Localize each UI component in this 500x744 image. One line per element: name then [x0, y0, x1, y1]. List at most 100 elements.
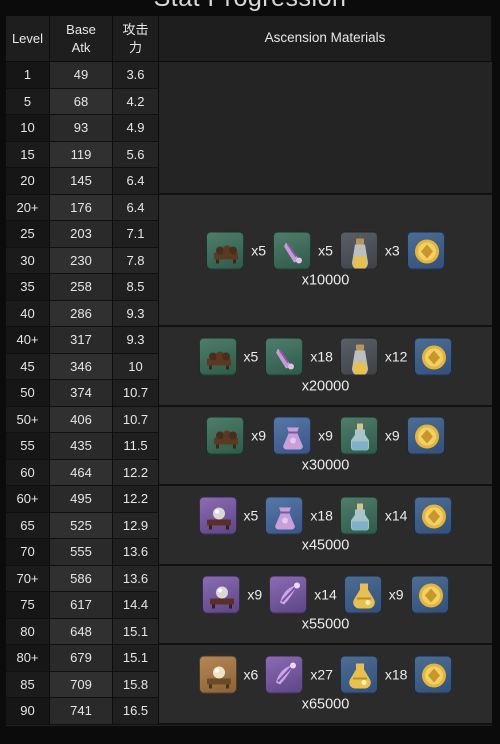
teapot-stand-icon-graphic: [214, 245, 239, 264]
substat-cell: 4.9: [113, 115, 159, 142]
mora-coin-icon[interactable]: [414, 496, 453, 535]
substat-cell: 15.1: [113, 645, 159, 672]
base-atk-cell: 68: [50, 88, 113, 115]
base-atk-cell: 317: [50, 327, 113, 354]
level-cell: 85: [6, 671, 50, 698]
level-cell: 55: [6, 433, 50, 460]
base-atk-cell: 406: [50, 406, 113, 433]
table-row: 20 145 6.4: [6, 168, 159, 195]
teapot-stand-icon[interactable]: [206, 416, 245, 455]
table-row: 35 258 8.5: [6, 274, 159, 301]
mora-quantity: x30000: [301, 457, 350, 474]
pearl-stand-icon[interactable]: [198, 496, 237, 535]
mora-coin-icon[interactable]: [406, 231, 445, 270]
mora-quantity: x45000: [301, 537, 350, 554]
ascension-phase-materials: x6 x27 x18 x65000: [159, 645, 492, 725]
substat-cell: 3.6: [113, 62, 159, 89]
ornate-flower-icon-graphic: [280, 582, 301, 605]
mora-coin-icon[interactable]: [410, 575, 449, 614]
header-base-atk: Base Atk: [50, 16, 113, 62]
dried-flower-icon[interactable]: [273, 231, 312, 270]
level-cell: 90: [6, 698, 50, 725]
level-cell: 50: [6, 380, 50, 407]
mora-coin-icon-graphic: [422, 504, 447, 529]
level-cell: 65: [6, 512, 50, 539]
table-row: 30 230 7.8: [6, 247, 159, 274]
substat-cell: 4.2: [113, 88, 159, 115]
base-atk-cell: 374: [50, 380, 113, 407]
golden-orb-stand-icon[interactable]: [198, 655, 237, 694]
material-quantity: x18: [384, 666, 408, 683]
mora-coin-icon[interactable]: [414, 655, 453, 694]
level-cell: 25: [6, 221, 50, 248]
substat-cell: 10.7: [113, 406, 159, 433]
materials-group: x6 x27 x18 x65000: [159, 655, 492, 712]
table-row: 45 346 10: [6, 353, 159, 380]
teapot-stand-icon[interactable]: [198, 337, 237, 376]
table-row: 70 555 13.6: [6, 539, 159, 566]
base-atk-cell: 346: [50, 353, 113, 380]
ascension-phase-materials: x9 x14 x9 x55000: [159, 565, 492, 645]
material-items: x9 x14 x9: [202, 575, 449, 614]
table-row: 50+ 406 10.7: [6, 406, 159, 433]
substat-cell: 12.2: [113, 459, 159, 486]
cork-vial-icon[interactable]: [339, 231, 378, 270]
materials-group: x9 x14 x9 x55000: [159, 575, 492, 633]
golden-orb-stand-icon-graphic: [206, 666, 231, 689]
golden-flask-icon[interactable]: [339, 655, 378, 694]
level-cell: 5: [6, 88, 50, 115]
substat-cell: 9.3: [113, 327, 159, 354]
material-item: x14: [269, 575, 344, 614]
material-item: x5: [273, 231, 340, 270]
fragrant-bottle-icon[interactable]: [339, 496, 378, 535]
table-row: 40 286 9.3: [6, 300, 159, 327]
base-atk-cell: 119: [50, 141, 113, 168]
materials-group: x5 x18 x12 x20000: [159, 337, 492, 394]
substat-cell: 13.6: [113, 565, 159, 592]
material-item: x14: [339, 496, 415, 535]
level-cell: 45: [6, 353, 50, 380]
table-row: 55 435 11.5: [6, 433, 159, 460]
material-quantity: x5: [243, 507, 259, 524]
ascension-phase-materials: x5 x18 x14 x45000: [159, 486, 492, 566]
fragrant-bottle-icon[interactable]: [339, 416, 378, 455]
mora-coin-icon[interactable]: [406, 416, 445, 455]
table-row: 75 617 14.4: [6, 592, 159, 619]
materials-group: x9 x9 x9 x30000: [159, 416, 492, 474]
ornate-flower-icon[interactable]: [269, 575, 308, 614]
table-row: 65 525 12.9: [6, 512, 159, 539]
dried-flower-icon[interactable]: [265, 337, 304, 376]
golden-flask-icon[interactable]: [343, 575, 382, 614]
table-row: 80+ 679 15.1: [6, 645, 159, 672]
teapot-stand-icon-graphic: [206, 351, 231, 370]
fragrant-bottle-icon-graphic: [350, 503, 369, 531]
material-item: x27: [265, 655, 340, 694]
scented-pouch-icon[interactable]: [265, 496, 304, 535]
substat-cell: 7.8: [113, 247, 159, 274]
pearl-stand-icon-graphic: [206, 507, 231, 530]
teapot-stand-icon[interactable]: [206, 231, 245, 270]
material-item: x9: [202, 575, 269, 614]
material-quantity: x9: [318, 427, 333, 444]
base-atk-cell: 709: [50, 671, 113, 698]
scented-pouch-icon[interactable]: [273, 416, 312, 455]
material-item: x18: [339, 655, 415, 694]
level-cell: 80+: [6, 645, 50, 672]
ornate-flower-icon[interactable]: [265, 655, 304, 694]
mora-coin-icon[interactable]: [414, 337, 453, 376]
table-row: 90 741 16.5: [6, 698, 159, 725]
material-quantity: x3: [384, 242, 400, 259]
table-row: 5 68 4.2: [6, 88, 159, 115]
substat-cell: 6.4: [113, 168, 159, 195]
materials-group: x5 x18 x14 x45000: [159, 496, 492, 553]
base-atk-cell: 176: [50, 194, 113, 221]
pearl-stand-icon[interactable]: [202, 575, 241, 614]
substat-cell: 16.5: [113, 698, 159, 725]
base-atk-cell: 49: [50, 62, 113, 89]
mora-quantity: x20000: [301, 378, 350, 395]
material-items: x6 x27 x18: [198, 655, 453, 694]
cork-vial-icon[interactable]: [339, 337, 378, 376]
substat-cell: 12.2: [113, 486, 159, 513]
material-quantity: x5: [251, 242, 267, 259]
base-atk-cell: 435: [50, 433, 113, 460]
